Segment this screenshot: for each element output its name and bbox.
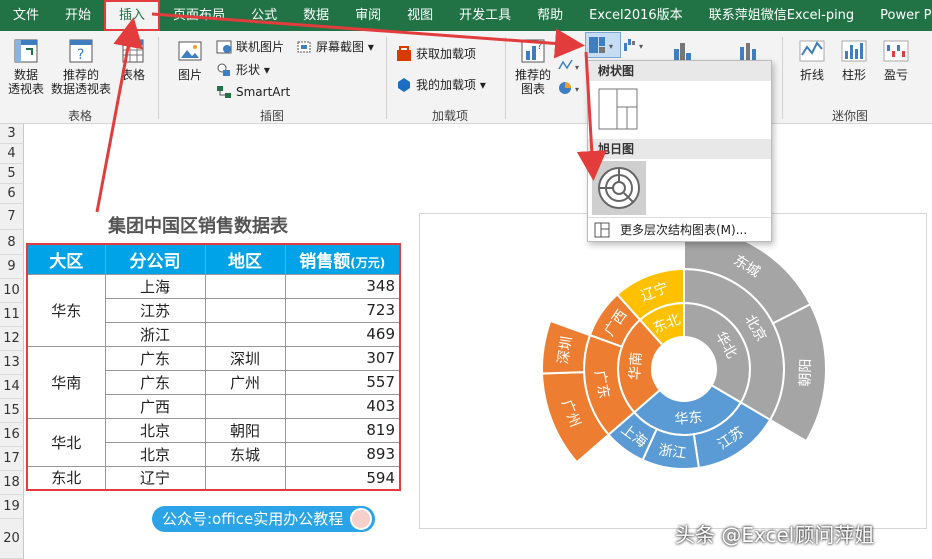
arrow-to-sunburst [576,51,607,181]
arrow-to-hierarchy-button [151,12,585,59]
arrow-to-insert-tab [95,17,143,213]
wechat-badge: 公众号:office实用办公教程 [152,506,376,532]
badge-text: 公众号:office实用办公教程 [162,510,344,528]
annotation-arrows [95,12,607,213]
watermark: 头条 @Excel顾问萍姐 [675,523,875,547]
avatar [350,508,373,530]
